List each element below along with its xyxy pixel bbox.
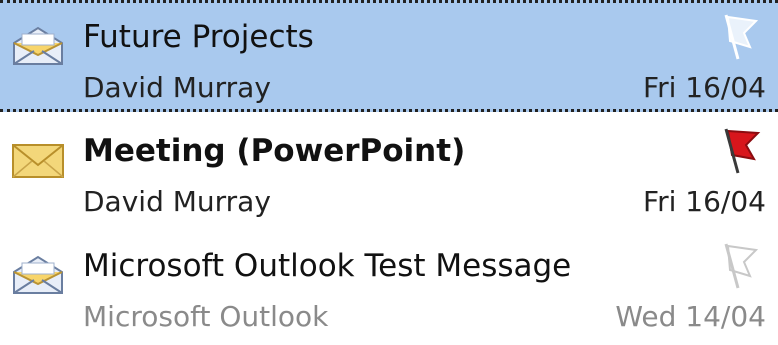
message-date: Fri 16/04 (643, 185, 766, 218)
flag-red-icon[interactable] (716, 125, 762, 175)
envelope-open-icon (13, 255, 63, 294)
flag-outline-icon[interactable] (716, 11, 762, 61)
envelope-closed-icon (12, 144, 64, 178)
message-sender: David Murray (83, 185, 271, 218)
message-list: Future Projects David Murray Fri 16/04 M… (0, 0, 778, 345)
message-date: Wed 14/04 (615, 300, 766, 333)
message-subject: Microsoft Outlook Test Message (83, 248, 572, 284)
message-subject: Future Projects (83, 19, 314, 55)
message-row-future-projects[interactable]: Future Projects David Murray Fri 16/04 (0, 0, 778, 112)
message-row-meeting[interactable]: Meeting (PowerPoint) David Murray Fri 16… (0, 117, 778, 229)
envelope-open-icon (13, 26, 63, 65)
message-row-outlook-test[interactable]: Microsoft Outlook Test Message Microsoft… (0, 232, 778, 344)
message-date: Fri 16/04 (643, 71, 766, 104)
message-subject: Meeting (PowerPoint) (83, 133, 466, 169)
message-sender: David Murray (83, 71, 271, 104)
flag-outline-icon[interactable] (716, 240, 762, 290)
message-sender: Microsoft Outlook (83, 300, 329, 333)
